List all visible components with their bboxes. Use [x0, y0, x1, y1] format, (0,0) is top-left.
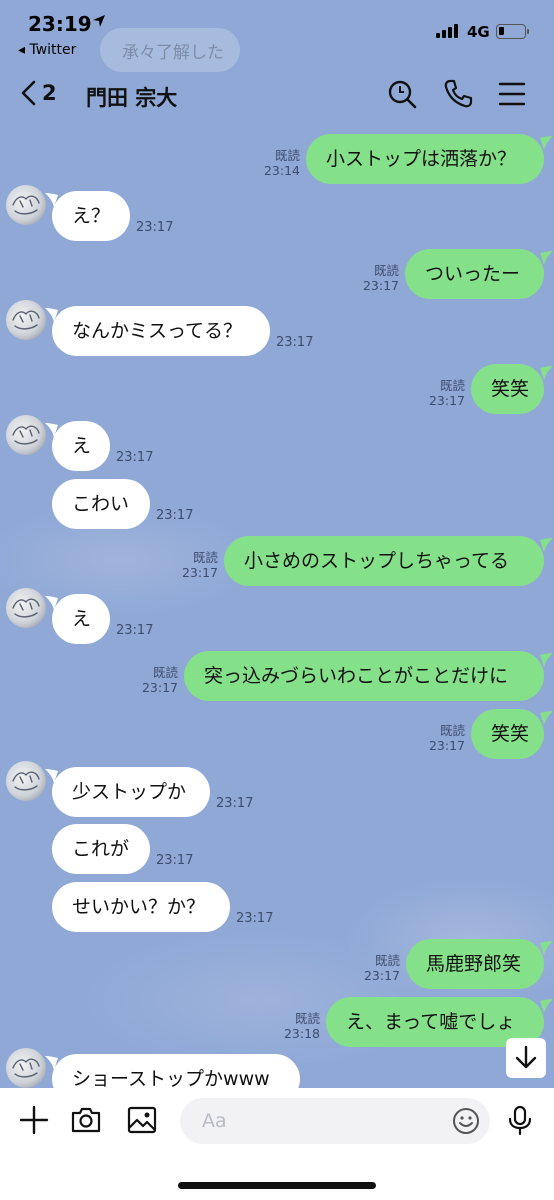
- message-bubble[interactable]: え: [52, 421, 110, 471]
- back-to-app-link[interactable]: ◂ Twitter: [18, 42, 76, 58]
- message-time: 23:17: [363, 968, 400, 983]
- bubble-tail: [540, 366, 553, 380]
- sender-avatar[interactable]: [6, 761, 46, 801]
- unread-count: 2: [42, 81, 57, 105]
- message-time: 23:17: [136, 220, 174, 235]
- message-time: 23:17: [428, 393, 465, 408]
- message-bubble[interactable]: なんかミスってる？: [52, 306, 270, 356]
- message-time: 23:17: [116, 450, 154, 465]
- read-receipt: 既読: [439, 378, 465, 393]
- message-time: 23:14: [263, 163, 300, 178]
- message-meta: 既読 23:17: [423, 378, 465, 408]
- read-receipt: 既読: [439, 723, 465, 738]
- message-time: 23:17: [216, 796, 254, 811]
- sender-avatar[interactable]: [6, 185, 46, 225]
- image-icon[interactable]: [126, 1104, 158, 1136]
- message-meta: 既読 23:17: [357, 263, 399, 293]
- bubble-tail: [540, 251, 553, 265]
- microphone-icon[interactable]: [504, 1104, 536, 1136]
- message-meta: 既読 23:18: [278, 1011, 320, 1041]
- message-time: 23:18: [283, 1026, 320, 1041]
- message-bubble[interactable]: せいかい？か？: [52, 882, 230, 932]
- message-meta: 既読 23:14: [258, 148, 300, 178]
- battery-icon: [496, 24, 529, 39]
- read-receipt: 既読: [274, 148, 300, 163]
- avatar-sketch-icon: [12, 598, 40, 618]
- message-time: 23:17: [428, 738, 465, 753]
- status-bar: 23:19 ◂ Twitter 4G: [0, 0, 554, 66]
- location-arrow-icon: [93, 15, 105, 27]
- bubble-tail: [540, 941, 553, 955]
- message-meta: 既読 23:17: [423, 723, 465, 753]
- message-bubble[interactable]: え？: [52, 191, 130, 241]
- bubble-tail: [540, 711, 553, 725]
- message-meta: 既読 23:17: [136, 665, 178, 695]
- search-icon[interactable]: [386, 78, 418, 110]
- avatar-sketch-icon: [12, 195, 40, 215]
- message-bubble[interactable]: 馬鹿野郎笑: [406, 939, 544, 989]
- message-bubble[interactable]: 笑笑: [471, 709, 544, 759]
- message-time: 23:17: [362, 278, 399, 293]
- sender-avatar[interactable]: [6, 588, 46, 628]
- message-meta: 既読 23:17: [358, 953, 400, 983]
- home-indicator: [178, 1182, 376, 1189]
- sender-avatar[interactable]: [6, 1048, 46, 1088]
- message-time: 23:17: [116, 623, 154, 638]
- message-meta: 既読 23:17: [176, 550, 218, 580]
- chevron-left-icon: [21, 80, 36, 106]
- message-time: 23:17: [276, 335, 314, 350]
- bubble-tail: [540, 653, 553, 667]
- signal-strength-icon: [436, 24, 458, 38]
- menu-icon[interactable]: [496, 78, 528, 110]
- read-receipt: 既読: [373, 263, 399, 278]
- read-receipt: 既読: [374, 953, 400, 968]
- message-bubble[interactable]: ついったー: [405, 249, 544, 299]
- message-bubble[interactable]: 小さめのストップしちゃってる: [224, 536, 544, 586]
- message-time: 23:17: [156, 508, 194, 523]
- arrow-down-icon: [515, 1045, 537, 1069]
- bubble-tail: [540, 538, 553, 552]
- bubble-tail: [540, 999, 553, 1013]
- message-bubble[interactable]: これが: [52, 824, 150, 874]
- message-bubble[interactable]: え: [52, 594, 110, 644]
- message-time: 23:17: [181, 565, 218, 580]
- avatar-sketch-icon: [12, 425, 40, 445]
- message-bubble[interactable]: 突っ込みづらいわことがことだけに: [184, 651, 544, 701]
- read-receipt: 既読: [192, 550, 218, 565]
- status-time: 23:19: [28, 12, 92, 36]
- message-bubble[interactable]: 少ストップか: [52, 767, 210, 817]
- scroll-to-bottom-button[interactable]: [506, 1038, 546, 1078]
- message-bubble[interactable]: 小ストップは洒落か？: [306, 134, 544, 184]
- back-button[interactable]: 2: [20, 80, 57, 106]
- message-input[interactable]: Aa: [180, 1098, 490, 1144]
- avatar-sketch-icon: [12, 1058, 40, 1078]
- message-input-bar: Aa: [0, 1088, 554, 1200]
- phone-icon[interactable]: [442, 78, 474, 110]
- chat-title: 門田 宗大: [86, 86, 178, 110]
- message-bubble[interactable]: 笑笑: [471, 364, 544, 414]
- chat-header: 2 門田 宗大: [0, 66, 554, 124]
- message-time: 23:17: [236, 911, 274, 926]
- network-type: 4G: [467, 23, 490, 41]
- message-time: 23:17: [141, 680, 178, 695]
- plus-icon[interactable]: [18, 1104, 50, 1136]
- sender-avatar[interactable]: [6, 415, 46, 455]
- message-bubble[interactable]: こわい: [52, 479, 150, 529]
- emoji-icon[interactable]: [452, 1107, 480, 1135]
- read-receipt: 既読: [294, 1011, 320, 1026]
- read-receipt: 既読: [152, 665, 178, 680]
- avatar-sketch-icon: [12, 310, 40, 330]
- avatar-sketch-icon: [12, 771, 40, 791]
- sender-avatar[interactable]: [6, 300, 46, 340]
- bubble-tail: [540, 136, 553, 150]
- message-time: 23:17: [156, 853, 194, 868]
- camera-icon[interactable]: [70, 1104, 102, 1136]
- message-input-placeholder: Aa: [202, 1110, 227, 1132]
